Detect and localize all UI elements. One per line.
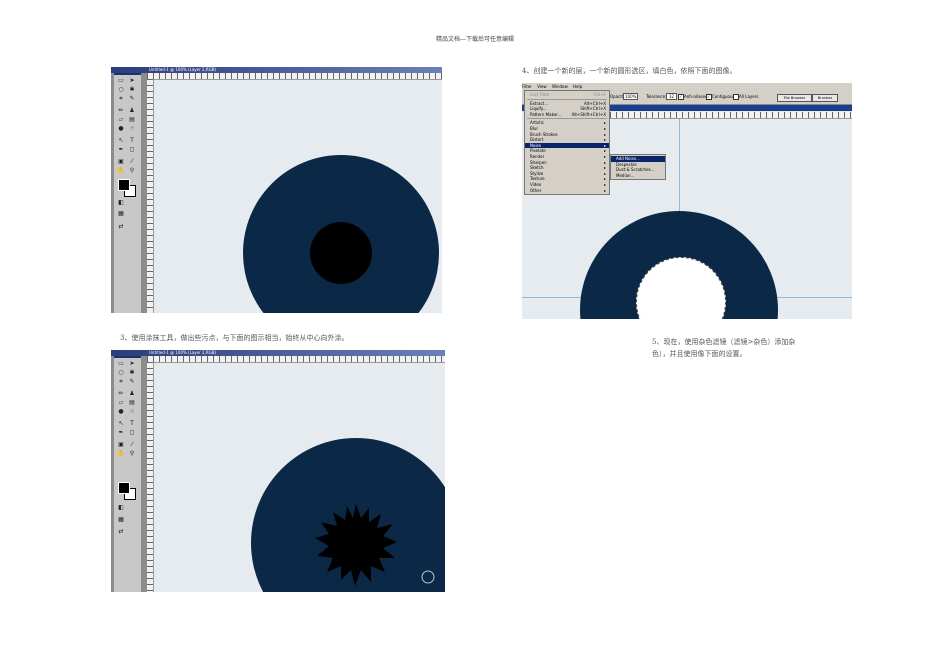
hand-tool-icon[interactable]: ✋ [117,450,125,457]
ruler-top [147,73,442,80]
hand-tool-icon[interactable]: ✋ [117,167,125,174]
smudged-pupil-shape [315,504,397,586]
quickmask-icon[interactable]: ◧ [117,199,125,206]
submenu-arrow-icon: ▸ [603,187,606,193]
screen-mode-icon[interactable]: ▦ [117,210,125,217]
marquee-tool-icon[interactable]: ▭ [117,77,125,84]
page-header: 精品文档---下载后可任意编辑 [435,36,515,43]
lasso-tool-icon[interactable]: ○ [117,86,125,93]
caption-step-5: 5、现在，使用杂色滤镜（滤镜>杂色）添加杂 色），并且使用像下面的设置。 [652,336,795,360]
crop-tool-icon[interactable]: ⌗ [117,95,125,102]
circle-cursor-icon [421,570,435,584]
file-browser-tab[interactable]: File Browser [777,94,812,102]
stamp-tool-icon[interactable]: ♟ [128,390,136,397]
brushes-tab[interactable]: Brushes [812,94,838,102]
menu-window[interactable]: Window [552,84,568,89]
smudge-tool-icon[interactable]: ☝ [128,125,136,132]
gradient-tool-icon[interactable]: ▤ [128,116,136,123]
pen-tool-icon[interactable]: ✒ [117,429,125,436]
slice-tool-icon[interactable]: ✎ [128,378,136,385]
magic-wand-tool-icon[interactable]: ✱ [128,86,136,93]
gradient-tool-icon[interactable]: ▤ [128,399,136,406]
menu-item-pattern-maker[interactable]: Pattern Maker... Alt+Shift+Ctrl+X [525,112,609,118]
marquee-tool-icon[interactable]: ▭ [117,360,125,367]
caption-step-5-line-2: 色），并且使用像下面的设置。 [652,350,747,358]
crop-tool-icon[interactable]: ⌗ [117,378,125,385]
screenshot-smudged-pupil: ▭ ➤ ○ ✱ ⌗ ✎ ✏ ♟ ▱ ▤ ● ☝ ↖ T ✒ ◻ ▣ ⁄ ✋ ⚲ … [111,350,445,592]
path-tool-icon[interactable]: ↖ [117,137,125,144]
smudge-tool-icon[interactable]: ☝ [128,408,136,415]
zoom-tool-icon[interactable]: ⚲ [128,167,136,174]
foreground-color-swatch[interactable] [118,179,130,191]
foreground-color-swatch[interactable] [118,482,130,494]
eyedropper-tool-icon[interactable]: ⁄ [128,158,136,165]
menu-item-last-filter[interactable]: Last Filter Ctrl+F [525,92,609,98]
noise-submenu: Add Noise... Despeckle Dust & Scratches.… [610,154,666,181]
path-tool-icon[interactable]: ↖ [117,420,125,427]
jump-to-imageready-icon[interactable]: ⇄ [117,223,125,230]
menu-filter[interactable]: Filter [522,84,532,89]
screen-mode-icon[interactable]: ▦ [117,516,125,523]
menu-item-other[interactable]: Other ▸ [525,188,609,194]
dodge-tool-icon[interactable]: ● [117,408,125,415]
ruler-top [610,112,852,119]
filter-menu: Last Filter Ctrl+F Extract... Alt+Ctrl+X… [524,90,610,196]
eraser-tool-icon[interactable]: ▱ [117,116,125,123]
notes-tool-icon[interactable]: ▣ [117,441,125,448]
brush-tool-icon[interactable]: ✏ [117,390,125,397]
magic-wand-tool-icon[interactable]: ✱ [128,369,136,376]
type-tool-icon[interactable]: T [128,420,136,427]
move-tool-icon[interactable]: ➤ [128,77,136,84]
ruler-left [147,362,154,592]
shape-tool-icon[interactable]: ◻ [128,146,136,153]
caption-step-5-line-1: 5、现在，使用杂色滤镜（滤镜>杂色）添加杂 [652,338,796,346]
notes-tool-icon[interactable]: ▣ [117,158,125,165]
shape-tool-icon[interactable]: ◻ [128,429,136,436]
lasso-tool-icon[interactable]: ○ [117,369,125,376]
quickmask-icon[interactable]: ◧ [117,504,125,511]
pupil-circle [310,222,372,284]
brush-tool-icon[interactable]: ✏ [117,107,125,114]
eyedropper-tool-icon[interactable]: ⁄ [128,441,136,448]
stamp-tool-icon[interactable]: ♟ [128,107,136,114]
anti-aliased-label: Anti-aliased [684,94,708,99]
type-tool-icon[interactable]: T [128,137,136,144]
caption-step-4: 4、创建一个新的层，一个新的圆形选区，填白色，依照下面的图像。 [522,67,737,75]
all-layers-label: All Layers [739,94,759,99]
opacity-field[interactable]: 100% [623,93,639,100]
jump-to-imageready-icon[interactable]: ⇄ [117,528,125,535]
eraser-tool-icon[interactable]: ▱ [117,399,125,406]
menu-item-median[interactable]: Median... [611,173,665,179]
screenshot-filter-menu: Filter View Window Help Opacity: 100% To… [522,83,852,319]
ruler-left [147,79,154,313]
menu-view[interactable]: View [537,84,547,89]
menu-help[interactable]: Help [573,84,582,89]
dodge-tool-icon[interactable]: ● [117,125,125,132]
pen-tool-icon[interactable]: ✒ [117,146,125,153]
menu-bar: Filter View Window Help [522,83,852,90]
contiguous-label: Contiguous [712,94,735,99]
move-tool-icon[interactable]: ➤ [128,360,136,367]
toolbox: ▭ ➤ ○ ✱ ⌗ ✎ ✏ ♟ ▱ ▤ ● ☝ ↖ T ✒ ◻ ▣ ⁄ ✋ ⚲ … [111,350,147,592]
caption-step-3: 3、使用涂抹工具，做出些污点，与下面的图示相当，始终从中心向外涂。 [120,334,349,342]
zoom-tool-icon[interactable]: ⚲ [128,450,136,457]
toolbox: ▭ ➤ ○ ✱ ⌗ ✎ ✏ ♟ ▱ ▤ ● ☝ ↖ T ✒ ◻ ▣ ⁄ ✋ ⚲ … [111,67,147,313]
tolerance-label: Tolerance: [646,94,667,99]
slice-tool-icon[interactable]: ✎ [128,95,136,102]
ruler-top [147,356,445,363]
tolerance-field[interactable]: 32 [666,93,678,100]
screenshot-iris-pupil: ▭ ➤ ○ ✱ ⌗ ✎ ✏ ♟ ▱ ▤ ● ☝ ↖ T ✒ ◻ ▣ ⁄ ✋ ⚲ … [111,67,442,313]
